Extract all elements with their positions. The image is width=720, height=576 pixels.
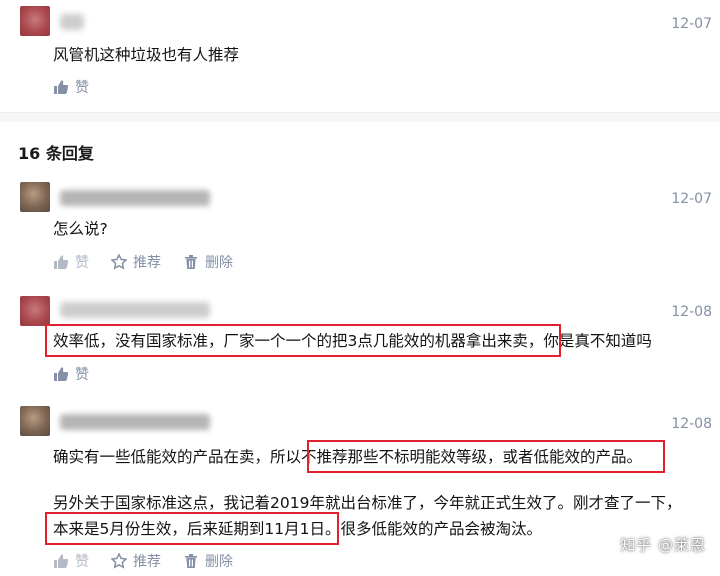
reply-text: 怎么说? [53,220,108,238]
delete-label: 删除 [205,255,233,271]
thumbs-up-icon [54,554,69,568]
avatar[interactable] [20,182,50,212]
avatar[interactable] [20,6,50,36]
highlight-box [45,324,561,357]
star-icon [111,254,127,270]
recommend-label: 推荐 [133,255,161,271]
reply-actions: 赞 [53,363,111,385]
avatar[interactable] [20,296,50,326]
avatar[interactable] [20,406,50,436]
thumbs-up-icon [54,367,69,381]
reply-actions: 赞 推荐 删除 [53,251,255,273]
reply-text-segment: 很多低能效的产品会被淘汰。 [340,520,542,538]
like-button[interactable]: 赞 [53,364,89,384]
blurred-username[interactable] [60,302,210,318]
delete-button[interactable]: 删除 [183,551,233,571]
section-divider [0,112,720,122]
like-label: 赞 [75,80,89,96]
reply-date: 12-07 [671,191,712,207]
like-label: 赞 [75,255,89,271]
thumbs-up-icon [54,80,69,94]
star-icon [111,553,127,569]
reply-date: 12-08 [671,416,712,432]
trash-icon [185,255,197,269]
like-button[interactable]: 赞 [53,252,89,272]
reply-text-line: 另外关于国家标准这点，我记着2019年就出台标准了，今年就正式生效了。刚才查了一… [53,494,682,512]
recommend-button[interactable]: 推荐 [111,551,161,571]
like-label: 赞 [75,554,89,570]
like-button[interactable]: 赞 [53,551,89,571]
blurred-username[interactable] [60,190,210,206]
recommend-button[interactable]: 推荐 [111,252,161,272]
highlight-box [307,440,665,473]
blurred-username[interactable] [60,414,210,430]
highlight-box [45,512,339,545]
thumbs-up-icon [54,255,69,269]
comment-date: 12-07 [671,16,712,32]
trash-icon [185,554,197,568]
delete-button[interactable]: 删除 [183,252,233,272]
blurred-username[interactable] [60,14,84,30]
comment-actions: 赞 [53,76,111,98]
replies-count-header: 16 条回复 [18,144,94,163]
recommend-label: 推荐 [133,554,161,570]
watermark: 知乎 @莱恩 [620,536,706,554]
like-label: 赞 [75,367,89,383]
comment-text: 风管机这种垃圾也有人推荐 [53,46,240,64]
like-button[interactable]: 赞 [53,77,89,97]
reply-date: 12-08 [671,304,712,320]
delete-label: 删除 [205,554,233,570]
reply-text-segment: 确实有一些低能效的产品在卖，所以 [53,448,302,466]
reply-actions: 赞 推荐 删除 [53,550,255,572]
